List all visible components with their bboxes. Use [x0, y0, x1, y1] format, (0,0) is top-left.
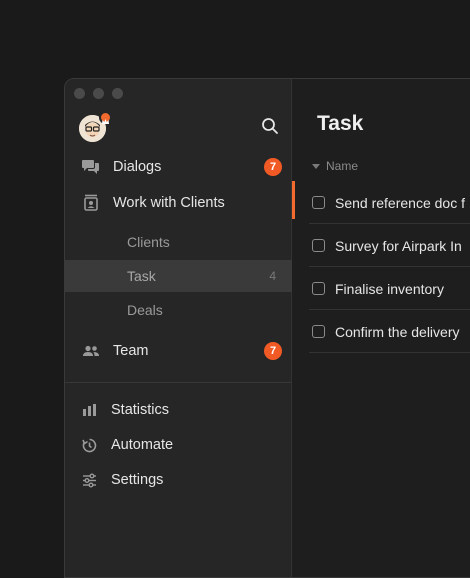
sidebar-subitem-label: Deals: [127, 302, 163, 318]
sidebar: Dialogs 7 Work with Clients Clients Task…: [65, 79, 292, 577]
task-checkbox[interactable]: [312, 196, 325, 209]
app-window: Dialogs 7 Work with Clients Clients Task…: [64, 78, 470, 578]
team-unread-badge: 7: [264, 342, 282, 360]
minimize-window-button[interactable]: [93, 88, 104, 99]
task-row[interactable]: Survey for Airpark In: [292, 224, 470, 267]
page-title: Task: [317, 112, 364, 135]
avatar[interactable]: [79, 111, 112, 142]
main-panel: Task Name Send reference doc f Survey fo…: [292, 79, 470, 577]
task-label: Send reference doc f: [335, 194, 465, 211]
sidebar-item-settings[interactable]: Settings: [65, 463, 292, 497]
sidebar-subitem-clients[interactable]: Clients: [65, 226, 292, 258]
sidebar-subitem-label: Clients: [127, 234, 170, 250]
task-checkbox[interactable]: [312, 325, 325, 338]
sidebar-subitem-deals[interactable]: Deals: [65, 294, 292, 326]
window-controls: [74, 88, 123, 99]
sidebar-item-label: Dialogs: [113, 159, 162, 175]
clients-icon: [84, 194, 98, 211]
sidebar-item-label: Automate: [111, 437, 174, 453]
column-header-name[interactable]: Name: [312, 159, 358, 173]
sidebar-item-automate[interactable]: Automate: [65, 428, 292, 462]
sidebar-divider: [65, 382, 292, 383]
avatar-crown-badge: [99, 111, 112, 124]
crown-icon: [102, 119, 109, 124]
dialogs-unread-badge: 7: [264, 158, 282, 176]
statistics-icon: [83, 403, 96, 416]
dialogs-icon: [82, 160, 99, 174]
task-label: Confirm the delivery: [335, 323, 460, 340]
automate-icon: [82, 438, 97, 452]
task-row[interactable]: Confirm the delivery: [292, 310, 470, 353]
sidebar-item-label: Settings: [111, 472, 164, 488]
settings-icon: [83, 473, 96, 487]
task-checkbox[interactable]: [312, 239, 325, 252]
sidebar-subitem-label: Task: [127, 268, 156, 284]
sidebar-item-team[interactable]: Team 7: [65, 333, 292, 369]
row-divider: [309, 352, 470, 353]
column-header-label: Name: [326, 159, 359, 173]
sidebar-item-label: Work with Clients: [113, 195, 225, 211]
sidebar-item-label: Team: [113, 343, 149, 359]
maximize-window-button[interactable]: [112, 88, 123, 99]
task-checkbox[interactable]: [312, 282, 325, 295]
close-window-button[interactable]: [74, 88, 85, 99]
search-icon[interactable]: [261, 117, 279, 135]
sidebar-item-work-with-clients[interactable]: Work with Clients: [65, 185, 292, 221]
task-label: Finalise inventory: [335, 280, 444, 297]
task-count: 4: [269, 269, 276, 283]
sidebar-item-statistics[interactable]: Statistics: [65, 393, 292, 427]
team-icon: [83, 345, 99, 356]
sidebar-item-dialogs[interactable]: Dialogs 7: [65, 149, 292, 185]
sort-arrow-icon: [312, 163, 320, 169]
task-row[interactable]: Finalise inventory: [292, 267, 470, 310]
sidebar-subitem-task[interactable]: Task 4: [65, 260, 292, 292]
task-label: Survey for Airpark In: [335, 237, 462, 254]
selected-row-marker: [292, 181, 295, 219]
task-row[interactable]: Send reference doc f: [292, 181, 470, 224]
sidebar-item-label: Statistics: [111, 402, 170, 418]
